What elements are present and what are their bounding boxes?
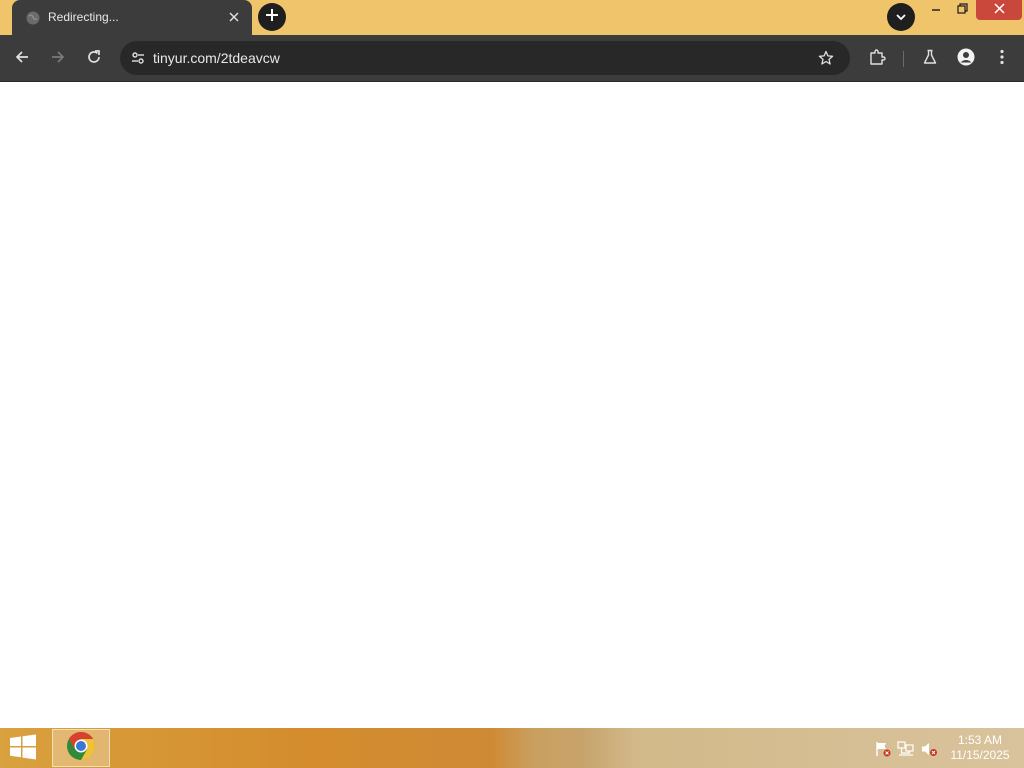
reload-icon: [86, 49, 102, 70]
tab-close-icon[interactable]: [225, 8, 243, 26]
taskbar-chrome-app[interactable]: [52, 729, 110, 767]
restore-button[interactable]: [950, 0, 974, 20]
page-content: [0, 82, 1024, 728]
labs-button[interactable]: [916, 45, 944, 73]
tune-icon[interactable]: [126, 46, 150, 70]
chevron-down-icon: [895, 8, 907, 26]
back-button[interactable]: [8, 45, 36, 73]
profile-button[interactable]: [952, 45, 980, 73]
browser-toolbar: tinyur.com/2tdeavcw: [0, 35, 1024, 82]
restore-icon: [956, 1, 968, 19]
person-icon: [957, 48, 975, 71]
reload-button[interactable]: [80, 45, 108, 73]
address-bar[interactable]: tinyur.com/2tdeavcw: [120, 41, 850, 75]
kebab-menu-icon: [1000, 49, 1004, 70]
arrow-left-icon: [14, 49, 30, 70]
tab-search-button[interactable]: [887, 3, 915, 31]
taskbar: 1:53 AM 11/15/2025: [0, 728, 1024, 768]
close-icon: [993, 1, 1005, 19]
forward-button[interactable]: [44, 45, 72, 73]
system-clock[interactable]: 1:53 AM 11/15/2025: [944, 733, 1016, 763]
tab-redirecting[interactable]: Redirecting...: [12, 0, 252, 35]
minimize-button[interactable]: [924, 0, 948, 20]
clock-time: 1:53 AM: [957, 733, 1003, 747]
flask-icon: [922, 49, 938, 70]
windows-logo-icon: [9, 734, 37, 765]
arrow-right-icon: [50, 49, 66, 70]
star-icon[interactable]: [814, 46, 838, 70]
extensions-button[interactable]: [863, 45, 891, 73]
minimize-icon: [931, 1, 941, 19]
clock-date: 11/15/2025: [950, 748, 1010, 762]
action-center-flag-icon[interactable]: [874, 740, 892, 758]
puzzle-icon: [868, 48, 886, 71]
network-icon[interactable]: [897, 740, 915, 758]
plus-icon: [265, 8, 279, 27]
tab-strip: Redirecting...: [0, 0, 1024, 35]
url-text[interactable]: tinyur.com/2tdeavcw: [153, 50, 280, 66]
start-button[interactable]: [6, 734, 40, 764]
tab-title: Redirecting...: [48, 10, 119, 24]
toolbar-divider: [903, 51, 904, 67]
new-tab-button[interactable]: [258, 3, 286, 31]
volume-muted-icon[interactable]: [920, 740, 938, 758]
globe-icon: [26, 11, 40, 25]
window-close-button[interactable]: [976, 0, 1022, 20]
chrome-icon: [66, 731, 96, 766]
menu-button[interactable]: [988, 45, 1016, 73]
